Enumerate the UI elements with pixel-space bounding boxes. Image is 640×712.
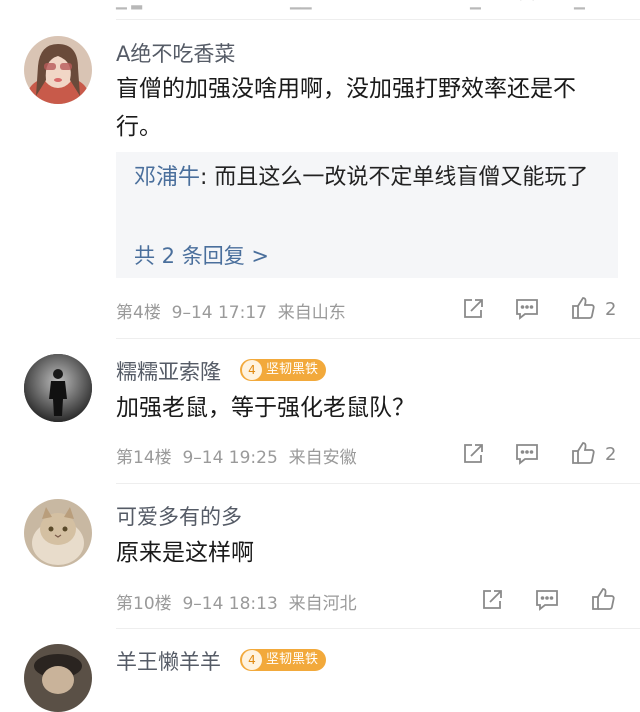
comment-icon[interactable] [534,587,560,613]
thumbs-up-icon[interactable] [590,586,616,612]
level-badge: 4 坚韧黑铁 [240,359,327,381]
avatar[interactable] [24,499,92,567]
comment-icon[interactable] [514,441,540,467]
comment-meta: 第10楼 9–14 18:13 来自河北 [116,594,357,614]
reply-author[interactable]: 邓浦牛 [134,165,200,190]
level-badge: 4 坚韧黑铁 [240,649,327,671]
avatar[interactable] [24,644,92,712]
thumbs-up-icon[interactable] [570,440,596,466]
like-count: 2 [605,299,617,320]
comment-icon[interactable] [514,296,540,322]
divider [116,338,640,339]
avatar[interactable] [24,354,92,422]
share-icon[interactable] [460,296,486,322]
level-number: 4 [242,650,262,670]
thumbs-up-icon[interactable] [570,295,596,321]
username[interactable]: A绝不吃香菜 [116,38,235,68]
username[interactable]: 可爱多有的多 [116,501,242,531]
comment-meta: 第4楼 9–14 17:17 来自山东 [116,303,346,323]
username[interactable]: 羊王懒羊羊 [116,646,221,676]
like-count: 2 [605,444,617,465]
more-replies-link[interactable]: 共 2 条回复 > [134,240,269,270]
avatar[interactable] [24,36,92,104]
divider [116,19,640,20]
level-number: 4 [242,360,262,380]
comment-text: 原来是这样啊 [116,540,254,566]
reply-preview[interactable]: 邓浦牛: 而且这么一改说不定单线盲僧又能玩了 共 2 条回复 > [116,152,618,278]
share-icon[interactable] [479,587,505,613]
comment-text: 加强老鼠，等于强化老鼠队？ [116,395,415,421]
reply-text: 邓浦牛: 而且这么一改说不定单线盲僧又能玩了 [134,165,589,190]
comment-meta: 第14楼 9–14 19:25 来自安徽 [116,448,357,468]
previous-comment-sliver: ▁ ▂ ▁▁ ▁ ⌒ ▁ [116,0,585,13]
username[interactable]: 糯糯亚索隆 [116,356,221,386]
divider [116,628,640,629]
share-icon[interactable] [460,441,486,467]
comment-text: 盲僧的加强没啥用啊，没加强打野效率还是不行。 [116,76,576,140]
divider [116,483,640,484]
